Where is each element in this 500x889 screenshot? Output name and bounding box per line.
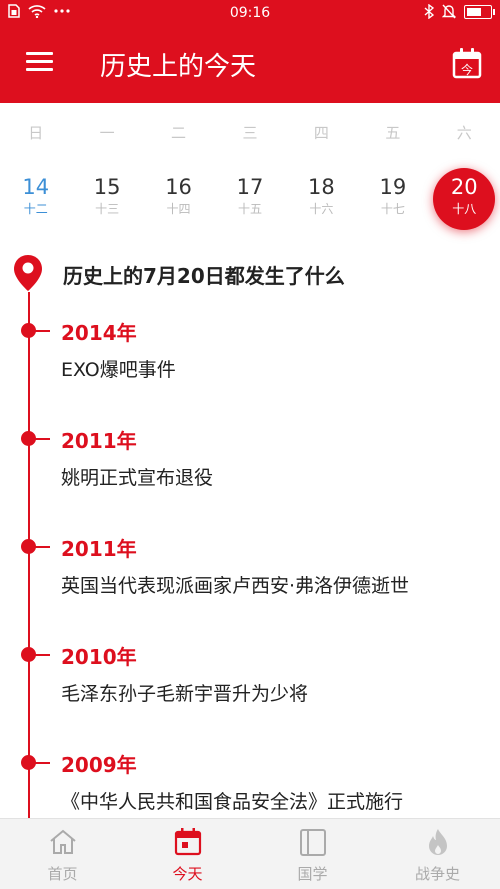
weekday-label: 六 bbox=[456, 124, 472, 142]
week-date-strip: 14 十二 15 十三 16 十四 17 十五 18 十六 19 十七 20 十… bbox=[0, 168, 500, 232]
timeline-line bbox=[28, 292, 30, 832]
event-year: 2011年 bbox=[61, 537, 137, 561]
location-pin-icon bbox=[14, 255, 42, 291]
date-number: 16 bbox=[165, 175, 192, 199]
calendar-today-icon: 今 bbox=[452, 48, 482, 79]
lunar-date: 十八 bbox=[452, 202, 477, 216]
date-cell[interactable]: 17 十五 bbox=[214, 168, 285, 232]
event-description: EXO爆吧事件 bbox=[61, 359, 176, 381]
date-cell[interactable]: 16 十四 bbox=[143, 168, 214, 232]
event-year: 2014年 bbox=[61, 321, 137, 345]
lunar-date: 十二 bbox=[23, 202, 48, 216]
svg-text:今: 今 bbox=[461, 62, 473, 77]
timeline-connector bbox=[34, 761, 50, 764]
app-header: 09:16 历史上的今天 今 bbox=[0, 0, 500, 103]
weekday-row: 日 一 二 三 四 五 六 bbox=[0, 122, 500, 143]
lunar-date: 十七 bbox=[380, 202, 405, 216]
tab-today[interactable]: 今天 bbox=[125, 819, 250, 889]
lunar-date: 十三 bbox=[95, 202, 120, 216]
section-header: 历史上的7月20日都发生了什么 bbox=[0, 254, 500, 294]
lunar-date: 十五 bbox=[237, 202, 262, 216]
status-bar: 09:16 bbox=[0, 0, 500, 28]
weekday-label: 三 bbox=[242, 124, 258, 142]
date-cell[interactable]: 18 十六 bbox=[286, 168, 357, 232]
timeline-connector bbox=[34, 545, 50, 548]
event-description: 英国当代表现派画家卢西安·弗洛伊德逝世 bbox=[61, 575, 410, 597]
timeline-connector bbox=[34, 437, 50, 440]
date-number: 14 bbox=[22, 175, 50, 199]
flame-icon bbox=[428, 829, 447, 855]
date-number: 17 bbox=[236, 175, 264, 199]
book-icon bbox=[299, 829, 326, 856]
section-title: 历史上的7月20日都发生了什么 bbox=[63, 264, 345, 288]
bluetooth-icon bbox=[424, 4, 434, 19]
battery-icon bbox=[464, 4, 495, 19]
event-description: 毛泽东孙子毛新宇晋升为少将 bbox=[61, 683, 309, 705]
event-description: 《中华人民共和国食品安全法》正式施行 bbox=[61, 791, 404, 813]
tab-guoxue[interactable]: 国学 bbox=[250, 819, 375, 889]
event-description: 姚明正式宣布退役 bbox=[61, 467, 214, 489]
event-year: 2011年 bbox=[61, 429, 137, 453]
tab-label: 首页 bbox=[47, 865, 78, 883]
event-year: 2010年 bbox=[61, 645, 137, 669]
lunar-date: 十六 bbox=[309, 202, 334, 216]
weekday-label: 日 bbox=[28, 124, 44, 142]
tab-label: 战争史 bbox=[414, 865, 460, 883]
tab-home[interactable]: 首页 bbox=[0, 819, 125, 889]
weekday-label: 四 bbox=[313, 124, 329, 142]
date-number: 18 bbox=[308, 175, 335, 199]
menu-button[interactable] bbox=[26, 52, 53, 74]
date-cell[interactable]: 19 十七 bbox=[357, 168, 428, 232]
tab-label: 今天 bbox=[172, 865, 203, 883]
tab-label: 国学 bbox=[297, 865, 328, 883]
timeline-connector bbox=[34, 653, 50, 656]
date-cell-today[interactable]: 14 十二 bbox=[0, 168, 71, 232]
date-cell-selected[interactable]: 20 十八 bbox=[429, 168, 500, 232]
date-number: 20 bbox=[450, 175, 478, 199]
bottom-tab-bar: 首页 今天 国学 战争史 bbox=[0, 818, 500, 889]
event-year: 2009年 bbox=[61, 753, 137, 777]
date-cell[interactable]: 15 十三 bbox=[71, 168, 142, 232]
mute-icon bbox=[442, 4, 456, 19]
date-number: 19 bbox=[379, 175, 407, 199]
timeline-connector bbox=[34, 329, 50, 332]
today-calendar-button[interactable]: 今 bbox=[452, 47, 482, 79]
calendar-icon bbox=[174, 828, 201, 856]
weekday-label: 二 bbox=[171, 124, 187, 142]
home-icon bbox=[49, 829, 76, 854]
weekday-label: 一 bbox=[99, 124, 115, 142]
weekday-label: 五 bbox=[385, 124, 401, 142]
lunar-date: 十四 bbox=[166, 202, 191, 216]
tab-war-history[interactable]: 战争史 bbox=[375, 819, 500, 889]
page-title: 历史上的今天 bbox=[100, 52, 257, 82]
date-number: 15 bbox=[93, 175, 121, 199]
